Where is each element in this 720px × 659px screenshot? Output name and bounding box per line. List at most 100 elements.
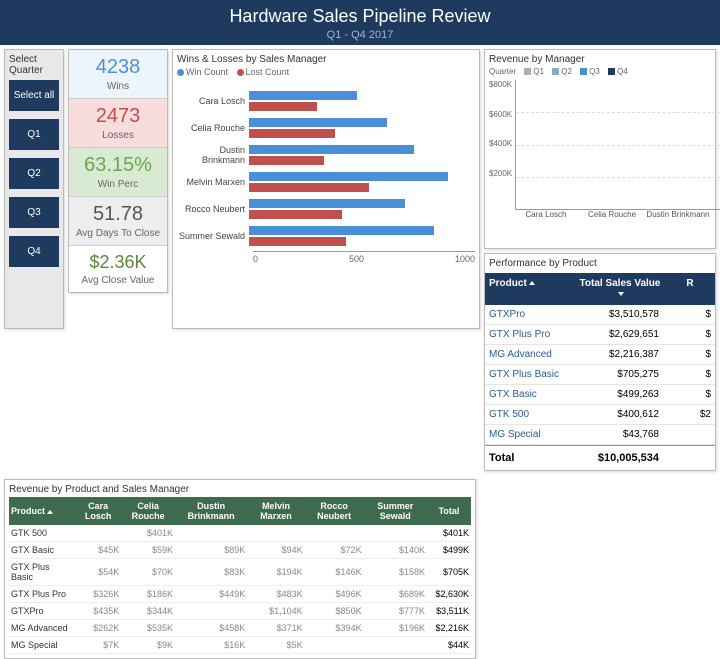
table-header: Product Total Sales Value R	[485, 273, 715, 305]
col-header[interactable]: Dustin Brinkmann	[175, 497, 247, 525]
loss-bar	[249, 237, 346, 246]
value-cell: $186K	[121, 586, 175, 603]
sort-icon[interactable]	[529, 281, 535, 285]
value-cell: $1,104K	[247, 603, 304, 620]
kpi-label: Wins	[71, 81, 165, 92]
total-cell: $705K	[427, 559, 471, 586]
value-cell: $194K	[247, 559, 304, 586]
bar-row: Cara Losch	[177, 89, 475, 113]
win-bar	[249, 91, 357, 100]
value-cell: $326K	[75, 586, 121, 603]
table-row[interactable]: GTX Plus Basic$705,275$	[485, 365, 715, 385]
table-row[interactable]: MG Advanced$2,216,387$	[485, 345, 715, 365]
sort-icon[interactable]	[618, 292, 624, 296]
table-header: ProductCara LoschCelia RoucheDustin Brin…	[9, 497, 471, 525]
legend-dot-win	[177, 69, 184, 76]
win-bar	[249, 226, 434, 235]
bar-row: Summer Sewald	[177, 224, 475, 248]
select-all-button[interactable]: Select all	[9, 80, 59, 111]
revenue-by-manager-chart[interactable]: Revenue by Manager Quarter Q1 Q2 Q3 Q4 $…	[484, 49, 716, 249]
table-total-row: Total $10,005,534	[485, 445, 715, 470]
legend-dot-lost	[237, 69, 244, 76]
sort-icon[interactable]	[47, 510, 53, 514]
table-row[interactable]: GTX Plus Pro$326K$186K$449K$483K$496K$68…	[9, 586, 471, 603]
page-title: Hardware Sales Pipeline Review	[0, 6, 720, 27]
product-cell: GTXPro	[9, 603, 75, 620]
value-cell: $371K	[247, 620, 304, 637]
value-cell	[364, 637, 427, 654]
table-row[interactable]: GTX Basic$499,263$	[485, 385, 715, 405]
value-cell: $59K	[121, 542, 175, 559]
sales-value: $400,612	[575, 409, 665, 420]
table-row[interactable]: MG Advanced$262K$535K$458K$371K$394K$196…	[9, 620, 471, 637]
table-row[interactable]: GTK 500$400,612$2	[485, 405, 715, 425]
kpi-avg-close-value: $2.36KAvg Close Value	[69, 246, 167, 292]
table-row[interactable]: MG Special$7K$9K$16K$5K$44K	[9, 637, 471, 654]
quarter-filter-title: Select Quarter	[9, 54, 59, 76]
wins-losses-chart[interactable]: Wins & Losses by Sales Manager Win Count…	[172, 49, 480, 329]
col-header[interactable]: Total	[427, 497, 471, 525]
ext-col: $	[665, 309, 715, 320]
kpi-value: 4238	[71, 56, 165, 79]
table-row[interactable]: GTX Plus Pro$2,629,651$	[485, 325, 715, 345]
product-name: GTX Plus Basic	[485, 369, 575, 380]
win-bar	[249, 145, 414, 154]
sales-value: $2,629,651	[575, 329, 665, 340]
quarter-button-q4[interactable]: Q4	[9, 236, 59, 267]
category-label: Celia Rouche	[177, 123, 249, 133]
win-bar	[249, 199, 405, 208]
col-header[interactable]: Summer Sewald	[364, 497, 427, 525]
kpi-win-perc: 63.15%Win Perc	[69, 148, 167, 197]
table-row[interactable]: MG Special$43,768	[485, 425, 715, 445]
value-cell	[305, 637, 364, 654]
product-cell: GTX Basic	[9, 542, 75, 559]
kpi-label: Win Perc	[71, 179, 165, 190]
loss-bar	[249, 210, 342, 219]
ext-col: $	[665, 369, 715, 380]
value-cell	[175, 603, 247, 620]
table-row[interactable]: GTX Basic$45K$59K$89K$94K$72K$140K$499K	[9, 542, 471, 559]
product-cell: GTX Plus Basic	[9, 559, 75, 586]
product-name: GTX Basic	[485, 389, 575, 400]
quarter-button-q2[interactable]: Q2	[9, 158, 59, 189]
table-row[interactable]: GTK 500$401K$401K	[9, 525, 471, 542]
bar-row: Dustin Brinkmann	[177, 143, 475, 167]
value-cell: $45K	[75, 542, 121, 559]
x-label: Cara Losch	[513, 210, 579, 219]
value-cell: $146K	[305, 559, 364, 586]
value-cell: $83K	[175, 559, 247, 586]
value-cell: $89K	[175, 542, 247, 559]
table-row[interactable]: GTX Plus Basic$54K$70K$83K$194K$146K$158…	[9, 559, 471, 586]
total-cell: $2,630K	[427, 586, 471, 603]
kpi-value: 51.78	[71, 203, 165, 226]
product-cell: GTX Plus Pro	[9, 586, 75, 603]
quarter-button-q3[interactable]: Q3	[9, 197, 59, 228]
quarter-button-q1[interactable]: Q1	[9, 119, 59, 150]
kpi-panel: 4238Wins2473Losses63.15%Win Perc51.78Avg…	[68, 49, 168, 293]
value-cell: $344K	[121, 603, 175, 620]
table-row[interactable]: GTXPro$3,510,578$	[485, 305, 715, 325]
category-label: Dustin Brinkmann	[177, 145, 249, 165]
value-cell: $777K	[364, 603, 427, 620]
revenue-by-product-manager[interactable]: Revenue by Product and Sales Manager Pro…	[4, 479, 476, 659]
table-row[interactable]: GTXPro$435K$344K$1,104K$850K$777K$3,511K	[9, 603, 471, 620]
performance-by-product[interactable]: Performance by Product Product Total Sal…	[484, 253, 716, 471]
chart-title: Wins & Losses by Sales Manager	[177, 54, 475, 65]
product-cell: MG Special	[9, 637, 75, 654]
product-cell: MG Advanced	[9, 620, 75, 637]
col-header[interactable]: Celia Rouche	[121, 497, 175, 525]
chart-title: Performance by Product	[485, 254, 715, 271]
value-cell: $850K	[305, 603, 364, 620]
x-axis: Cara LoschCelia RoucheDustin Brinkmann	[513, 210, 711, 219]
value-cell	[175, 525, 247, 542]
product-name: GTX Plus Pro	[485, 329, 575, 340]
sales-value: $2,216,387	[575, 349, 665, 360]
col-header[interactable]: Product	[9, 497, 75, 525]
value-cell: $483K	[247, 586, 304, 603]
col-header[interactable]: Cara Losch	[75, 497, 121, 525]
sales-value: $705,275	[575, 369, 665, 380]
col-header[interactable]: Rocco Neubert	[305, 497, 364, 525]
chart-title: Revenue by Manager	[489, 54, 711, 65]
value-cell: $449K	[175, 586, 247, 603]
col-header[interactable]: Melvin Marxen	[247, 497, 304, 525]
